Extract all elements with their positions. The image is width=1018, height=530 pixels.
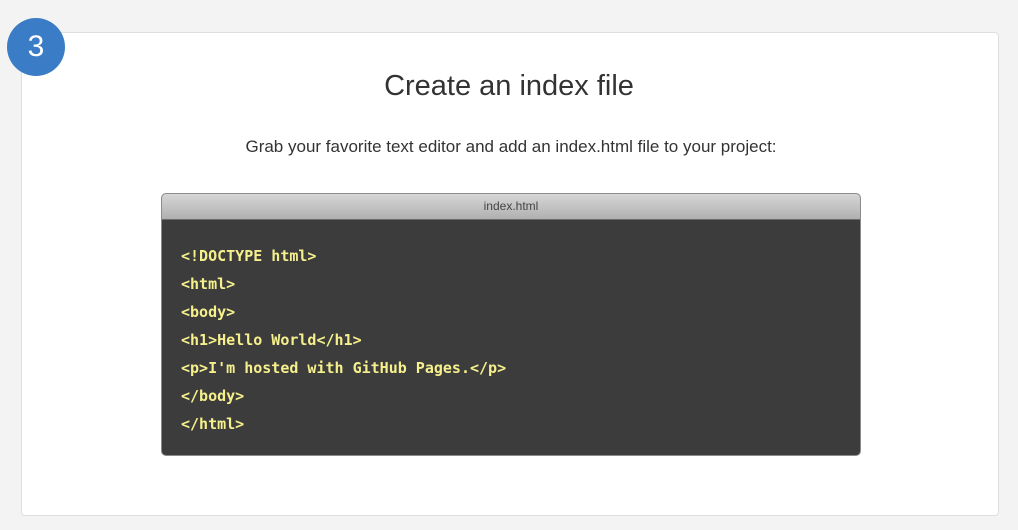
code-line-doctype: <!DOCTYPE html>	[181, 247, 317, 265]
code-line-paragraph: <p>I'm hosted with GitHub Pages.</p>	[181, 359, 507, 377]
code-line-body-close: </body>	[181, 387, 245, 405]
code-block[interactable]: <!DOCTYPE html> <html> <body> <h1>Hello …	[162, 220, 860, 438]
section-description: Grab your favorite text editor and add a…	[245, 137, 777, 156]
code-window: index.html <!DOCTYPE html> <html> <body>…	[161, 193, 861, 456]
code-line-html-open: <html>	[181, 275, 236, 293]
code-line-html-close: </html>	[181, 415, 245, 433]
code-window-filename: index.html	[162, 194, 860, 220]
step-number-badge: 3	[7, 18, 65, 76]
code-line-h1: <h1>Hello World</h1>	[181, 331, 362, 349]
section-title: Create an index file	[384, 70, 634, 102]
code-line-body-open: <body>	[181, 303, 236, 321]
